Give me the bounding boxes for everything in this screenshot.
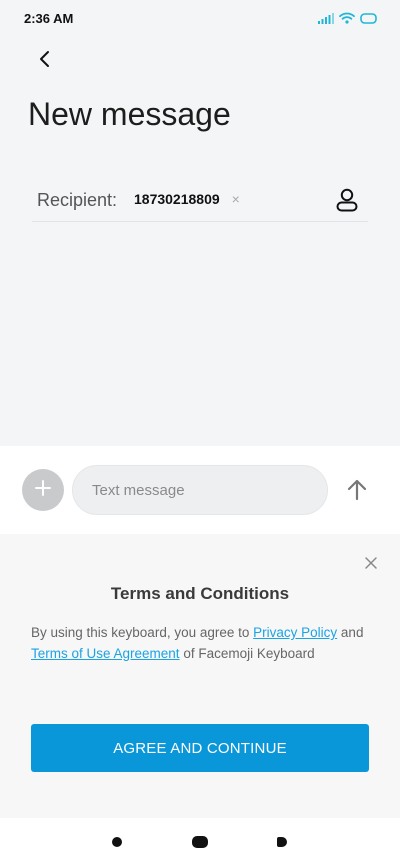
home-pill-icon[interactable] [192, 836, 208, 848]
recipient-label: Recipient: [37, 190, 118, 210]
terms-text-and: and [337, 625, 364, 640]
chevron-left-icon [38, 50, 52, 73]
send-button[interactable] [344, 477, 370, 503]
terms-text-prefix: By using this keyboard, you agree to [31, 625, 254, 640]
terms-text-suffix: of Facemoji Keyboard [179, 645, 315, 661]
page-title: New message [28, 96, 231, 132]
attach-button[interactable] [22, 469, 64, 511]
recent-icon[interactable] [277, 837, 287, 847]
back-button[interactable] [32, 48, 58, 74]
close-terms-button[interactable] [364, 556, 378, 570]
plus-icon [34, 479, 52, 502]
recipient-row: Recipient: 18730218809 × [32, 176, 368, 222]
add-contact-button[interactable] [334, 187, 360, 213]
terms-text: By using this keyboard, you agree to Pri… [31, 623, 371, 664]
status-bar: 2:36 AM [0, 0, 400, 36]
terms-title: Terms and Conditions [110, 584, 290, 603]
agree-and-continue-button[interactable]: AGREE AND CONTINUE [31, 724, 369, 772]
terms-panel: Terms and Conditions By using this keybo… [0, 534, 400, 818]
battery-icon [360, 11, 378, 29]
remove-recipient-icon[interactable]: × [232, 191, 240, 207]
person-icon [334, 188, 360, 217]
close-icon [364, 557, 378, 574]
back-dot-icon[interactable] [112, 837, 122, 847]
arrow-up-icon [344, 479, 370, 507]
signal-icon [318, 11, 334, 29]
recipient-chip[interactable]: 18730218809 × [134, 185, 240, 213]
terms-of-use-link[interactable]: Terms of Use Agreement [31, 646, 180, 661]
navigation-bar [0, 818, 400, 866]
recipient-number: 18730218809 [134, 191, 220, 207]
message-input[interactable] [72, 465, 328, 515]
status-time: 2:36 AM [24, 11, 74, 26]
compose-bar [0, 446, 400, 534]
privacy-policy-link[interactable]: Privacy Policy [253, 625, 337, 640]
wifi-icon [339, 11, 355, 29]
status-icons [318, 11, 378, 29]
